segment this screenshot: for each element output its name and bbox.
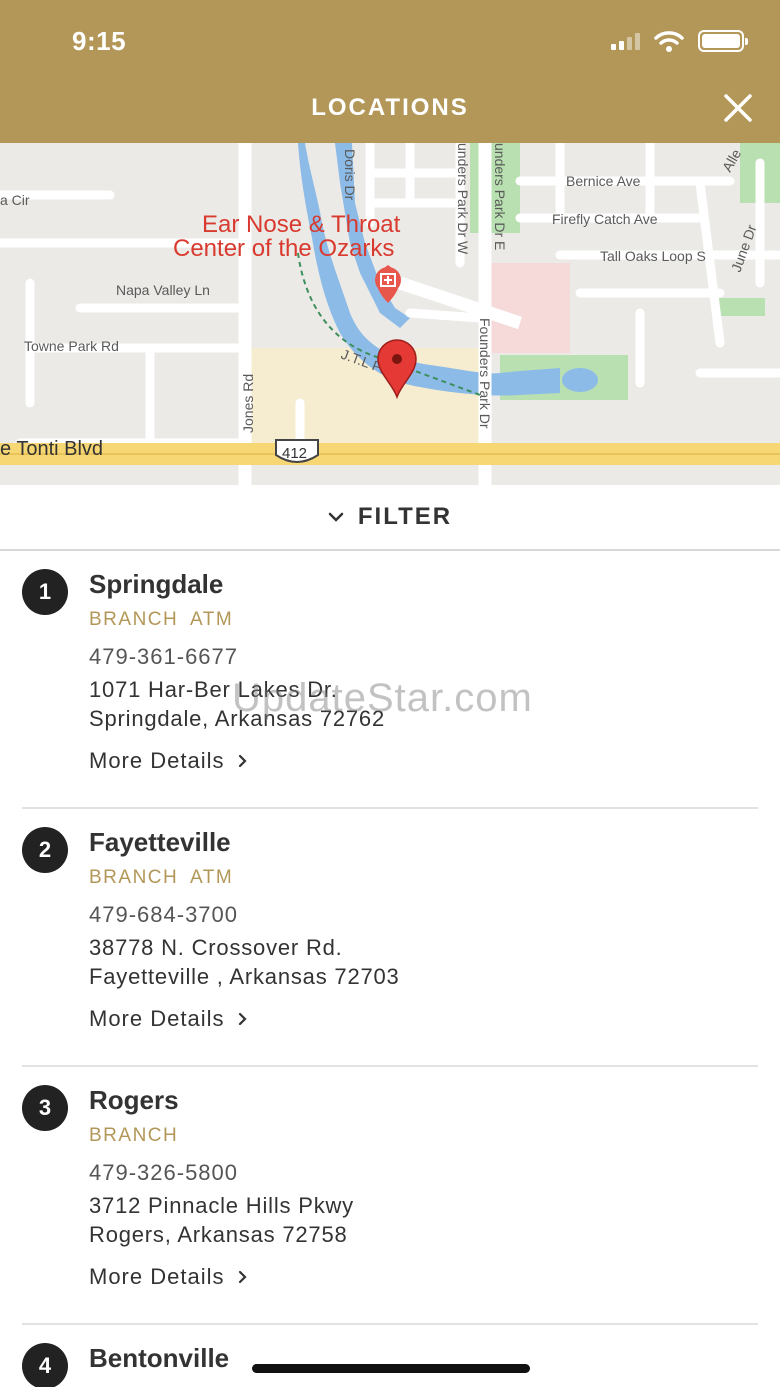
chevron-right-icon	[239, 1270, 248, 1284]
map-label: Napa Valley Ln	[116, 282, 210, 298]
map-view[interactable]: 412 a Cir Bernice Ave Firefly Catch Ave …	[0, 143, 780, 485]
location-types: BRANCH ATM	[89, 609, 234, 630]
location-types: BRANCH	[89, 1125, 179, 1146]
app-header: 9:15 LOCATIONS	[0, 0, 780, 143]
map-poi-label[interactable]: Center of the Ozarks	[173, 235, 394, 262]
location-phone[interactable]: 479-326-5800	[89, 1160, 238, 1186]
battery-icon	[698, 30, 748, 52]
location-item: 1 Springdale BRANCH ATM 479-361-6677 107…	[0, 551, 780, 809]
location-types: BRANCH ATM	[89, 867, 234, 888]
chevron-down-icon	[328, 512, 344, 522]
location-address-line2: Rogers, Arkansas 72758	[89, 1222, 348, 1247]
map-label: unders Park Dr W	[455, 143, 471, 255]
locations-list: 1 Springdale BRANCH ATM 479-361-6677 107…	[0, 551, 780, 1387]
home-indicator[interactable]	[252, 1364, 530, 1373]
location-phone[interactable]: 479-361-6677	[89, 644, 238, 670]
more-details-link[interactable]: More Details	[89, 748, 248, 774]
map-label: June Dr	[728, 222, 760, 274]
location-number-badge: 1	[22, 569, 68, 615]
location-number-badge: 2	[22, 827, 68, 873]
map-building	[490, 263, 570, 353]
location-address-line1: 1071 Har-Ber Lakes Dr.	[89, 677, 338, 702]
map-label: Jones Rd	[240, 374, 256, 433]
map-label: Tall Oaks Loop S	[600, 248, 706, 264]
location-number-badge: 4	[22, 1343, 68, 1387]
map-label: Doris Dr	[342, 149, 358, 201]
location-address-line2: Fayetteville , Arkansas 72703	[89, 964, 400, 989]
more-details-label: More Details	[89, 1006, 225, 1031]
location-name: Rogers	[89, 1085, 179, 1115]
close-icon[interactable]	[722, 92, 754, 124]
location-item: 2 Fayetteville BRANCH ATM 479-684-3700 3…	[0, 809, 780, 1067]
map-poi-label[interactable]: Ear Nose & Throat	[202, 211, 401, 238]
map-canvas[interactable]: 412 a Cir Bernice Ave Firefly Catch Ave …	[0, 143, 780, 485]
location-address-line1: 38778 N. Crossover Rd.	[89, 935, 343, 960]
filter-toggle[interactable]: FILTER	[0, 485, 780, 551]
location-address-line1: 3712 Pinnacle Hills Pkwy	[89, 1193, 354, 1218]
location-name: Fayetteville	[89, 827, 231, 857]
location-item: 3 Rogers BRANCH 479-326-5800 3712 Pinnac…	[0, 1067, 780, 1325]
more-details-label: More Details	[89, 748, 225, 773]
status-icons	[611, 30, 748, 52]
map-label: Founders Park Dr	[477, 318, 493, 429]
chevron-right-icon	[239, 754, 248, 768]
cellular-signal-icon	[611, 32, 640, 50]
map-label: a Cir	[0, 192, 30, 208]
map-label: Towne Park Rd	[24, 338, 119, 354]
map-label: Firefly Catch Ave	[552, 211, 658, 227]
map-park	[715, 298, 765, 316]
location-address-line2: Springdale, Arkansas 72762	[89, 706, 385, 731]
more-details-link[interactable]: More Details	[89, 1264, 248, 1290]
map-label: Bernice Ave	[566, 173, 641, 189]
filter-label: FILTER	[357, 503, 453, 530]
status-time: 9:15	[72, 26, 127, 56]
wifi-icon	[654, 31, 684, 52]
page-title: LOCATIONS	[311, 94, 469, 121]
location-number-badge: 3	[22, 1085, 68, 1131]
location-phone[interactable]: 479-684-3700	[89, 902, 238, 928]
map-label-shield: 412	[282, 445, 307, 462]
location-name: Bentonville	[89, 1343, 230, 1373]
location-item: 4 Bentonville	[0, 1325, 780, 1387]
chevron-right-icon	[239, 1012, 248, 1026]
map-label: unders Park Dr E	[492, 143, 508, 250]
map-label: e Tonti Blvd	[0, 438, 103, 460]
more-details-label: More Details	[89, 1264, 225, 1289]
location-name: Springdale	[89, 569, 224, 599]
more-details-link[interactable]: More Details	[89, 1006, 248, 1032]
